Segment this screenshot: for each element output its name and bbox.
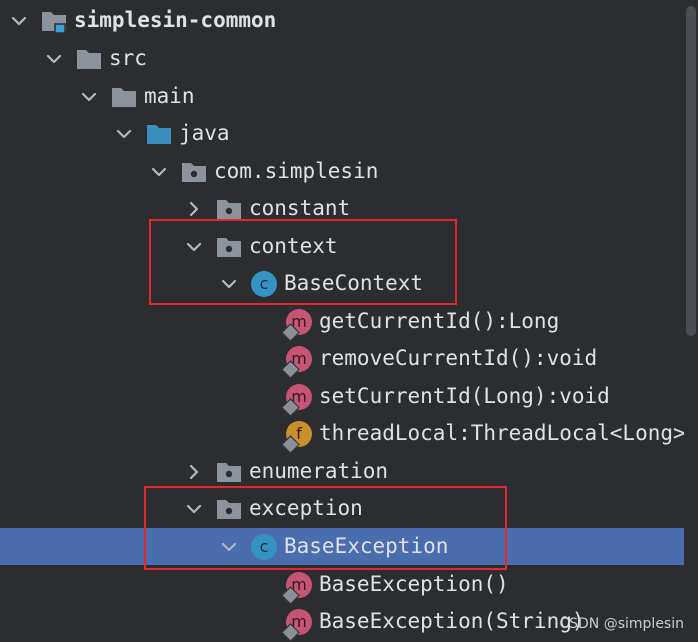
tree-item-label: constant: [249, 196, 351, 220]
tree-item-label: main: [144, 84, 195, 108]
module-folder-icon: [39, 6, 69, 36]
tree-item-label: com.simplesin: [214, 159, 379, 183]
access-modifier-icon: [281, 622, 300, 642]
tree-row[interactable]: f threadLocal:ThreadLocal<Long>: [0, 415, 686, 454]
tree-item-label: enumeration: [249, 459, 389, 483]
field-icon: f: [281, 419, 314, 454]
chevron-down-icon[interactable]: [43, 48, 65, 70]
tree-row[interactable]: c BaseContext: [0, 265, 684, 302]
package-icon: [214, 194, 244, 224]
tree-item-label: setCurrentId(Long):void: [319, 384, 610, 408]
tree-item-label: BaseException: [284, 534, 449, 558]
chevron-down-icon[interactable]: [148, 161, 170, 183]
access-modifier-icon: [281, 359, 300, 379]
tree-row[interactable]: main: [0, 78, 684, 115]
folder-icon: [109, 82, 139, 112]
package-icon: [179, 157, 209, 187]
folder-icon: [74, 44, 104, 74]
tree-row[interactable]: exception: [0, 490, 684, 527]
chevron-down-icon[interactable]: [8, 10, 30, 32]
tree-row[interactable]: constant: [0, 190, 684, 227]
tree-item-label: BaseContext: [284, 271, 424, 295]
tree-item-label: context: [249, 234, 338, 258]
chevron-right-icon[interactable]: [183, 198, 205, 220]
class-icon: c: [249, 269, 279, 299]
tree-row[interactable]: context: [0, 228, 684, 265]
chevron-down-icon[interactable]: [218, 273, 240, 295]
package-icon: [214, 232, 244, 262]
method-icon: m: [281, 570, 314, 605]
tree-row[interactable]: enumeration: [0, 453, 684, 490]
tree-row[interactable]: c BaseException: [0, 528, 698, 565]
tree-item-label: removeCurrentId():void: [319, 346, 598, 370]
class-icon: c: [249, 532, 279, 562]
access-modifier-icon: [281, 585, 300, 605]
tree-row[interactable]: m BaseException(): [0, 566, 684, 605]
tree-item-label: src: [109, 46, 147, 70]
tree-row[interactable]: m setCurrentId(Long):void: [0, 378, 684, 417]
vertical-scrollbar[interactable]: [684, 0, 698, 642]
access-modifier-icon: [281, 322, 300, 342]
method-icon: m: [281, 344, 314, 379]
tree-row[interactable]: simplesin-common: [0, 2, 684, 39]
tree-row[interactable]: src: [0, 40, 684, 77]
chevron-down-icon[interactable]: [183, 236, 205, 258]
chevron-down-icon[interactable]: [78, 86, 100, 108]
chevron-right-icon[interactable]: [183, 461, 205, 483]
chevron-down-icon[interactable]: [113, 123, 135, 145]
tree-item-label: exception: [249, 496, 363, 520]
tree-item-label: BaseException(): [319, 572, 509, 596]
tree-row[interactable]: com.simplesin: [0, 153, 684, 190]
access-modifier-icon: [281, 434, 300, 454]
tree-item-label: threadLocal:ThreadLocal<Long>: [319, 421, 686, 445]
project-tree: simplesin-common src main java com.simplesin…: [0, 0, 698, 642]
scrollbar-thumb[interactable]: [686, 6, 696, 336]
access-modifier-icon: [281, 397, 300, 417]
tree-item-label: BaseException(String): [319, 609, 585, 633]
method-icon: m: [281, 382, 314, 417]
tree-row[interactable]: java: [0, 115, 684, 152]
chevron-down-icon[interactable]: [183, 498, 205, 520]
package-icon: [214, 494, 244, 524]
tree-row[interactable]: m getCurrentId():Long: [0, 303, 684, 342]
method-icon: m: [281, 307, 314, 342]
source-root-folder-icon: [144, 119, 174, 149]
chevron-down-icon[interactable]: [218, 536, 240, 558]
tree-item-label: java: [179, 121, 230, 145]
tree-row[interactable]: m removeCurrentId():void: [0, 340, 684, 379]
tree-item-label: simplesin-common: [74, 8, 277, 32]
watermark: CSDN @simplesin: [559, 616, 684, 632]
package-icon: [214, 457, 244, 487]
tree-item-label: getCurrentId():Long: [319, 309, 560, 333]
method-icon: m: [281, 607, 314, 642]
